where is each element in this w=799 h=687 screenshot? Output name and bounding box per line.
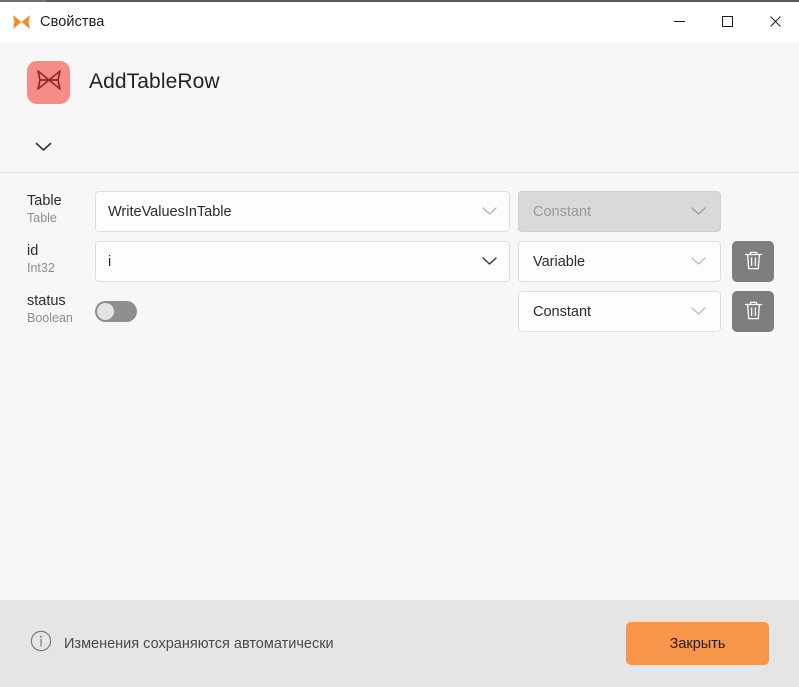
source-type-dropdown[interactable]: Constant bbox=[518, 291, 721, 332]
parameter-name: status bbox=[27, 293, 66, 309]
activity-logo bbox=[27, 60, 70, 104]
chevron-down-icon bbox=[691, 203, 706, 221]
parameter-row: id Int32 i Variable bbox=[0, 240, 799, 290]
chevron-down-icon bbox=[691, 303, 706, 321]
window-title: Свойства bbox=[40, 13, 105, 30]
chevron-down-icon[interactable] bbox=[30, 134, 56, 160]
source-type-text: Constant bbox=[533, 203, 592, 220]
close-button[interactable] bbox=[751, 0, 799, 43]
properties-window: Свойства AddTableRow Table Table WriteVa… bbox=[0, 0, 799, 687]
parameters-area: Table Table WriteValuesInTable Constant bbox=[0, 173, 799, 600]
close-dialog-button[interactable]: Закрыть bbox=[626, 622, 769, 665]
activity-header: AddTableRow bbox=[0, 43, 799, 121]
value-combobox[interactable]: i bbox=[95, 241, 510, 282]
parameter-source-column: Constant bbox=[518, 190, 721, 232]
parameter-label-group: Table Table bbox=[27, 190, 95, 226]
info-circle-icon bbox=[30, 630, 52, 657]
dialog-footer: Изменения сохраняются автоматически Закр… bbox=[0, 600, 799, 687]
trash-icon bbox=[744, 300, 763, 324]
parameter-value-column: WriteValuesInTable bbox=[95, 190, 510, 232]
autosave-note: Изменения сохраняются автоматически bbox=[30, 630, 334, 657]
value-combobox-text: i bbox=[108, 253, 112, 270]
toggle-knob bbox=[97, 303, 114, 320]
background-window-edge bbox=[46, 0, 799, 2]
source-type-dropdown: Constant bbox=[518, 191, 721, 232]
background-window-sliver bbox=[0, 0, 46, 7]
parameter-source-column: Constant bbox=[518, 290, 721, 332]
chevron-down-icon bbox=[482, 203, 497, 221]
source-type-dropdown[interactable]: Variable bbox=[518, 241, 721, 282]
title-bar: Свойства bbox=[0, 0, 799, 43]
parameter-delete-column bbox=[732, 190, 777, 232]
activity-title: AddTableRow bbox=[89, 70, 220, 93]
value-combobox[interactable]: WriteValuesInTable bbox=[95, 191, 510, 232]
butterfly-icon bbox=[36, 69, 62, 96]
delete-button-placeholder bbox=[732, 191, 774, 232]
parameter-delete-column bbox=[732, 290, 777, 332]
delete-parameter-button[interactable] bbox=[732, 241, 774, 282]
autosave-text: Изменения сохраняются автоматически bbox=[64, 635, 334, 652]
delete-parameter-button[interactable] bbox=[732, 291, 774, 332]
parameter-type: Int32 bbox=[27, 261, 55, 275]
value-combobox-text: WriteValuesInTable bbox=[108, 203, 232, 220]
parameter-source-column: Variable bbox=[518, 240, 721, 282]
parameter-row: status Boolean Constant bbox=[0, 290, 799, 340]
section-collapse-row bbox=[0, 121, 799, 173]
parameter-value-column bbox=[95, 290, 510, 332]
status-toggle-switch[interactable] bbox=[95, 301, 137, 322]
chevron-down-icon bbox=[482, 253, 497, 271]
parameter-name: Table bbox=[27, 193, 62, 209]
parameter-type: Boolean bbox=[27, 311, 73, 325]
source-type-text: Variable bbox=[533, 253, 586, 270]
parameter-type: Table bbox=[27, 211, 57, 225]
maximize-button[interactable] bbox=[703, 0, 751, 43]
source-type-text: Constant bbox=[533, 303, 592, 320]
parameter-label-group: status Boolean bbox=[27, 290, 95, 326]
parameter-row: Table Table WriteValuesInTable Constant bbox=[0, 190, 799, 240]
chevron-down-icon bbox=[691, 253, 706, 271]
toggle-wrapper bbox=[95, 291, 510, 332]
parameter-label-group: id Int32 bbox=[27, 240, 95, 276]
trash-icon bbox=[744, 250, 763, 274]
minimize-button[interactable] bbox=[655, 0, 703, 43]
parameter-value-column: i bbox=[95, 240, 510, 282]
butterfly-icon bbox=[11, 12, 31, 32]
window-controls bbox=[655, 0, 799, 43]
parameter-delete-column bbox=[732, 240, 777, 282]
parameter-name: id bbox=[27, 243, 39, 259]
